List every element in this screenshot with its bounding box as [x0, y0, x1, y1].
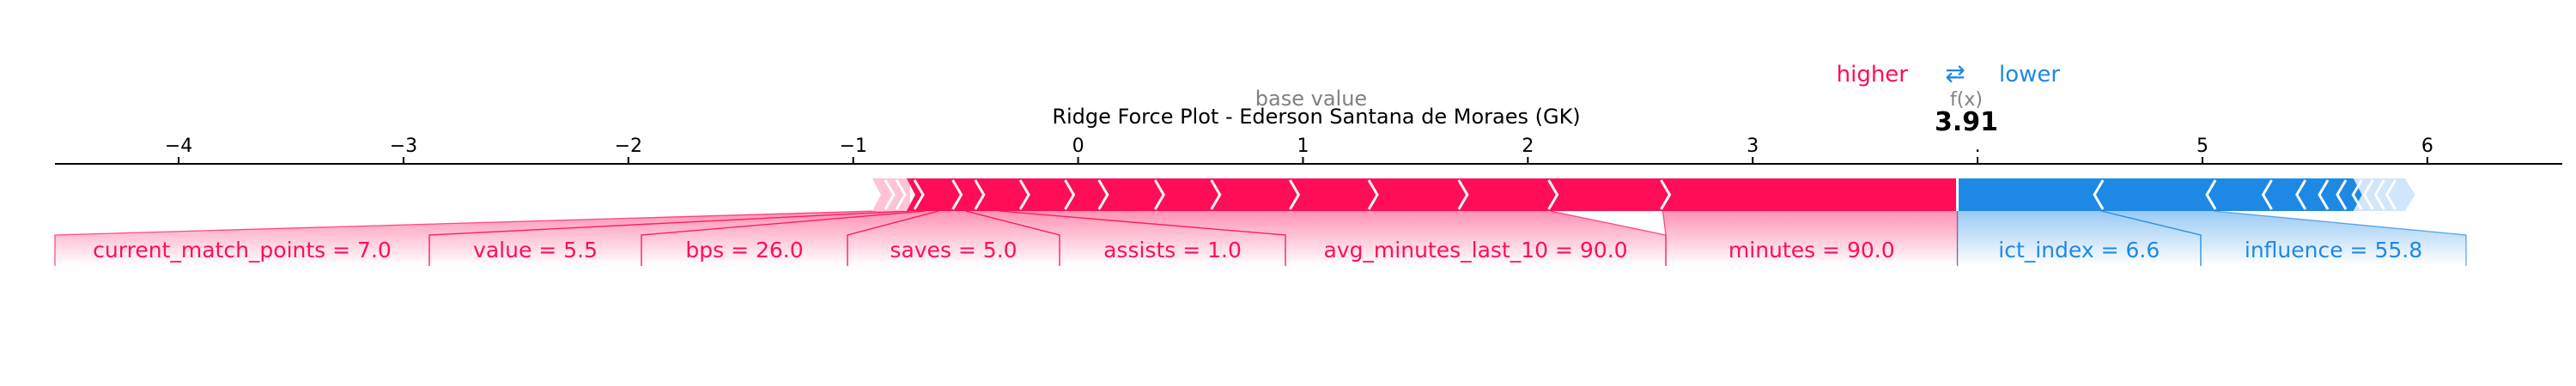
x-tick-label: 5 — [2196, 136, 2208, 157]
negative-bar — [1957, 178, 2362, 211]
x-tick-label: −2 — [615, 136, 642, 157]
feature-label-positive: minutes = 90.0 — [1728, 238, 1895, 262]
chart-title: Ridge Force Plot - Ederson Santana de Mo… — [1052, 105, 1580, 129]
x-tick-label: −4 — [165, 136, 192, 157]
x-tick-label: −1 — [839, 136, 866, 157]
feature-label-positive: current_match_points = 7.0 — [93, 238, 392, 262]
x-tick-label: 1 — [1297, 136, 1309, 157]
x-tick-label: 2 — [1522, 136, 1534, 157]
x-tick-label: . — [1975, 136, 1981, 157]
x-axis: −4 −3 −2 −1 0 1 2 3. 5 6 — [55, 136, 2562, 165]
negative-tail — [2353, 178, 2415, 211]
feature-label-positive: assists = 1.0 — [1103, 238, 1242, 262]
x-tick-label: −3 — [390, 136, 417, 157]
positive-bar — [906, 178, 1958, 211]
legend-lower: lower — [1999, 62, 2060, 87]
feature-label-positive: bps = 26.0 — [685, 238, 803, 262]
force-bars — [872, 178, 2415, 211]
force-plot: higher ⇄ lower base value f(x) Ridge For… — [54, 59, 2562, 266]
feature-label-negative: ict_index = 6.6 — [1998, 238, 2160, 262]
feature-label-positive: value = 5.5 — [473, 238, 598, 262]
feature-label-negative: influence = 55.8 — [2245, 238, 2422, 262]
fx-value: 3.91 — [1935, 107, 1998, 137]
legend-arrows-icon: ⇄ — [1945, 59, 1965, 87]
x-tick-label: 6 — [2421, 136, 2433, 157]
x-tick-label: 0 — [1072, 136, 1084, 157]
x-tick-label: 3 — [1747, 136, 1759, 157]
feature-label-positive: saves = 5.0 — [890, 238, 1017, 262]
feature-label-positive: avg_minutes_last_10 = 90.0 — [1323, 238, 1627, 262]
legend-higher: higher — [1837, 62, 1909, 87]
